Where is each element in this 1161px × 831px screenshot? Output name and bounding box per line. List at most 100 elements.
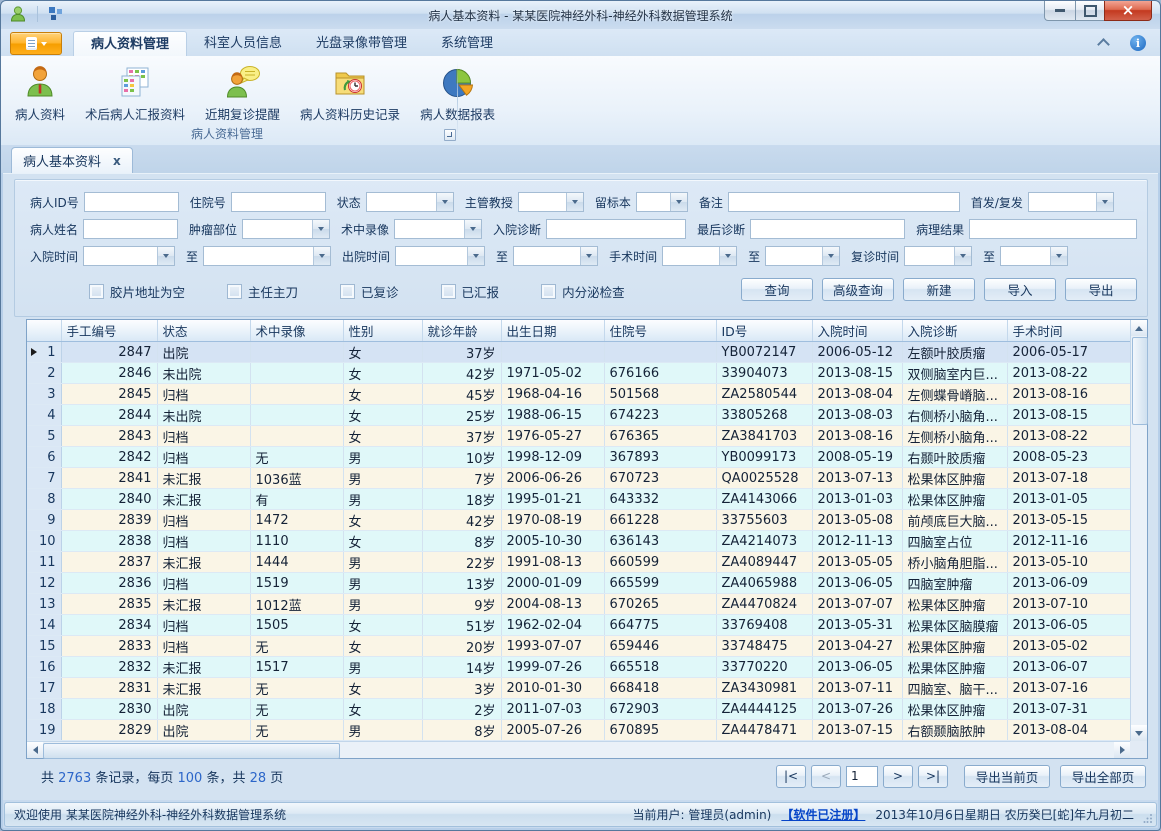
ribbon-item-followup-reminder[interactable]: 近期复诊提醒: [195, 60, 290, 125]
patient-name-input[interactable]: [83, 219, 178, 239]
chevron-down-icon[interactable]: [580, 247, 597, 265]
pager-first-button[interactable]: |<: [776, 765, 806, 788]
discharge-time-to-combo[interactable]: [513, 246, 598, 266]
table-row[interactable]: 62842归档无男10岁1998-12-09367893YB0099173200…: [27, 447, 1130, 468]
tab-patient-basic-data[interactable]: 病人基本资料 x: [11, 147, 133, 173]
close-tab-icon[interactable]: x: [113, 154, 121, 168]
import-button[interactable]: 导入: [984, 278, 1056, 301]
table-row[interactable]: 112837未汇报1444男22岁1991-08-13660599ZA40894…: [27, 552, 1130, 573]
column-header[interactable]: 手术时间: [1007, 320, 1130, 342]
query-button[interactable]: 查询: [741, 278, 813, 301]
admit-diagnosis-input[interactable]: [546, 219, 686, 239]
chevron-down-icon[interactable]: [312, 220, 329, 238]
table-row[interactable]: 52843归档女37岁1976-05-27676365ZA38417032013…: [27, 426, 1130, 447]
surgery-time-from-combo[interactable]: [662, 246, 737, 266]
checkbox-icon[interactable]: [89, 284, 104, 299]
maximize-button[interactable]: [1075, 1, 1105, 21]
specimen-combo[interactable]: [636, 192, 688, 212]
table-row[interactable]: 162832未汇报1517男14岁1999-07-266655183377022…: [27, 657, 1130, 678]
ribbon-item-postop-report[interactable]: 术后病人汇报资料: [75, 60, 195, 125]
checkbox-icon[interactable]: [541, 284, 556, 299]
table-row[interactable]: 142834归档1505女51岁1962-02-0466477533769408…: [27, 615, 1130, 636]
chevron-down-icon[interactable]: [566, 193, 583, 211]
minimize-button[interactable]: [1044, 1, 1076, 21]
column-header[interactable]: 手工编号: [61, 320, 157, 342]
admission-no-input[interactable]: [231, 192, 326, 212]
chevron-down-icon[interactable]: [822, 247, 839, 265]
chevron-down-icon[interactable]: [954, 247, 971, 265]
ribbon-tab-dept-staff[interactable]: 科室人员信息: [187, 31, 299, 56]
pager-next-button[interactable]: >: [883, 765, 913, 788]
registered-link[interactable]: 【软件已注册】: [781, 806, 865, 823]
discharge-time-from-combo[interactable]: [395, 246, 485, 266]
column-header[interactable]: 入院诊断: [902, 320, 1007, 342]
column-header[interactable]: [27, 320, 61, 342]
close-button[interactable]: ×: [1104, 1, 1152, 21]
column-header[interactable]: 状态: [157, 320, 250, 342]
scroll-right-icon[interactable]: [1114, 742, 1130, 758]
scrollbar-thumb[interactable]: [1132, 337, 1148, 425]
new-button[interactable]: 新建: [903, 278, 975, 301]
table-row[interactable]: 132835未汇报1012蓝男9岁2004-08-13670265ZA44708…: [27, 594, 1130, 615]
table-row[interactable]: 42844未出院女25岁1988-06-15674223338052682013…: [27, 405, 1130, 426]
column-header[interactable]: 就诊年龄: [422, 320, 501, 342]
followed-up-checkbox[interactable]: 已复诊: [340, 282, 399, 301]
table-row[interactable]: 32845归档女45岁1968-04-16501568ZA25805442013…: [27, 384, 1130, 405]
followup-time-to-combo[interactable]: [1000, 246, 1068, 266]
pager-last-button[interactable]: >|: [918, 765, 948, 788]
pager-page-input[interactable]: [846, 766, 878, 787]
first-recurrence-combo[interactable]: [1028, 192, 1114, 212]
collapse-ribbon-icon[interactable]: [1097, 38, 1110, 51]
scroll-down-icon[interactable]: [1131, 725, 1147, 741]
checkbox-icon[interactable]: [227, 284, 242, 299]
scroll-left-icon[interactable]: [27, 742, 43, 758]
scrollbar-thumb[interactable]: [43, 743, 340, 759]
resize-grip-icon[interactable]: [1143, 813, 1153, 823]
intraop-video-combo[interactable]: [394, 219, 482, 239]
export-all-pages-button[interactable]: 导出全部页: [1060, 765, 1146, 788]
chevron-down-icon[interactable]: [670, 193, 687, 211]
table-row[interactable]: 192829出院无男8岁2005-07-26670895ZA4478471201…: [27, 720, 1130, 741]
chevron-down-icon[interactable]: [157, 247, 174, 265]
checkbox-icon[interactable]: [340, 284, 355, 299]
tumor-site-combo[interactable]: [242, 219, 330, 239]
ribbon-tab-patient-data[interactable]: 病人资料管理: [73, 31, 187, 56]
export-current-page-button[interactable]: 导出当前页: [964, 765, 1050, 788]
table-row[interactable]: 92839归档1472女42岁1970-08-19661228337556032…: [27, 510, 1130, 531]
table-row[interactable]: 22846未出院女42岁1971-05-02676166339040732013…: [27, 363, 1130, 384]
advanced-query-button[interactable]: 高级查询: [822, 278, 894, 301]
scroll-up-icon[interactable]: [1131, 320, 1147, 336]
ribbon-item-patient-data[interactable]: 病人资料: [5, 60, 75, 125]
chevron-down-icon[interactable]: [313, 247, 330, 265]
table-row[interactable]: 102838归档1110女8岁2005-10-30636143ZA4214073…: [27, 531, 1130, 552]
table-row[interactable]: 152833归档无女20岁1993-07-0765944633748475201…: [27, 636, 1130, 657]
status-combo[interactable]: [366, 192, 454, 212]
chevron-down-icon[interactable]: [1096, 193, 1113, 211]
admit-time-to-combo[interactable]: [203, 246, 331, 266]
chevron-down-icon[interactable]: [467, 247, 484, 265]
followup-time-from-combo[interactable]: [904, 246, 972, 266]
table-row[interactable]: 172831未汇报无女3岁2010-01-30668418ZA343098120…: [27, 678, 1130, 699]
reported-checkbox[interactable]: 已汇报: [441, 282, 500, 301]
remark-input[interactable]: [728, 192, 960, 212]
chevron-down-icon[interactable]: [436, 193, 453, 211]
info-icon[interactable]: i: [1130, 35, 1146, 51]
table-row[interactable]: 12847出院女37岁YB00721472006-05-12左额叶胶质瘤2006…: [27, 342, 1130, 363]
export-button[interactable]: 导出: [1065, 278, 1137, 301]
column-header[interactable]: 性别: [343, 320, 422, 342]
admit-time-from-combo[interactable]: [83, 246, 175, 266]
ribbon-tab-disc-tape[interactable]: 光盘录像带管理: [299, 31, 424, 56]
pager-prev-button[interactable]: <: [811, 765, 841, 788]
horizontal-scrollbar[interactable]: [27, 741, 1130, 758]
ribbon-tab-system[interactable]: 系统管理: [424, 31, 510, 56]
column-header[interactable]: 出生日期: [501, 320, 604, 342]
chief-surgeon-checkbox[interactable]: 主任主刀: [227, 282, 298, 301]
column-header[interactable]: 术中录像: [250, 320, 343, 342]
checkbox-icon[interactable]: [441, 284, 456, 299]
vertical-scrollbar[interactable]: [1130, 320, 1147, 741]
chevron-down-icon[interactable]: [464, 220, 481, 238]
column-header[interactable]: ID号: [716, 320, 812, 342]
surgery-time-to-combo[interactable]: [765, 246, 840, 266]
pathology-result-input[interactable]: [969, 219, 1137, 239]
endocrine-check-checkbox[interactable]: 内分泌检查: [541, 282, 625, 301]
